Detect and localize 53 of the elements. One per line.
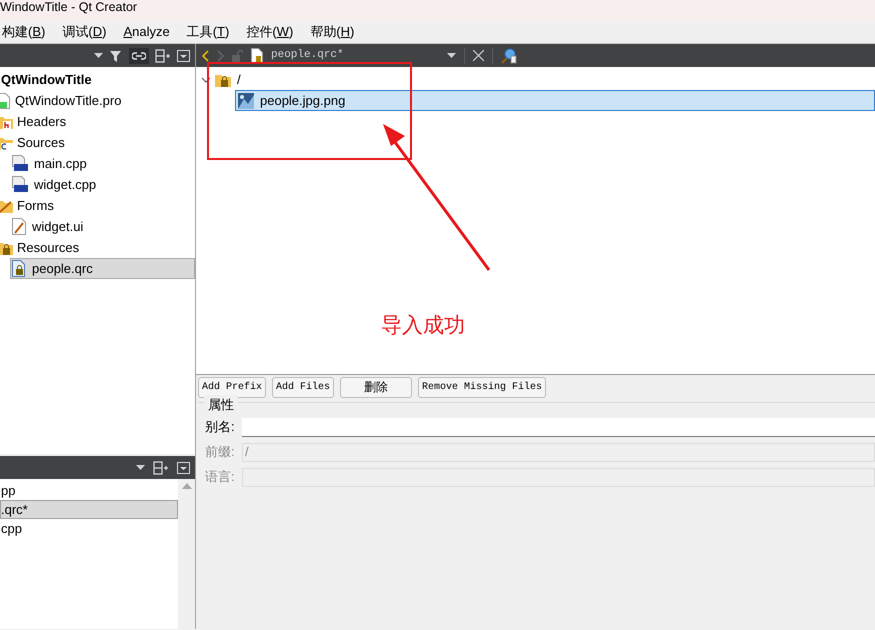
annotation-text: 导入成功 [381, 313, 465, 338]
tree-item[interactable]: / [214, 69, 242, 90]
search-icon[interactable] [501, 48, 517, 64]
cpp-file-icon [12, 155, 28, 172]
window-title: WindowTitle - Qt Creator [0, 0, 138, 14]
cpp-file-icon [12, 176, 28, 193]
toolbar-button[interactable]: Add Files [272, 377, 334, 398]
split-icon[interactable] [153, 460, 169, 474]
menu-item[interactable]: Analyze [121, 22, 178, 42]
dropdown-arrow-icon[interactable] [447, 52, 456, 58]
tree-item[interactable]: Resources [0, 237, 191, 258]
image-file-icon [238, 92, 254, 108]
folder-icon [0, 240, 13, 254]
field-label: 别名: [204, 418, 236, 436]
tree-item[interactable]: Headers [0, 111, 191, 132]
input-field[interactable] [242, 418, 875, 436]
project-name[interactable]: QtWindowTitle [0, 69, 195, 90]
field-label: 前缀: [204, 443, 236, 462]
menu-item[interactable]: 工具(T) [184, 22, 238, 42]
link-icon[interactable] [129, 48, 149, 64]
filter-icon[interactable] [109, 48, 123, 62]
close-icon[interactable] [473, 50, 484, 61]
folder-icon [215, 72, 231, 86]
menu-item[interactable]: 构建(B) [0, 22, 54, 42]
tree-item[interactable]: people.qrc [10, 258, 195, 279]
document-item[interactable]: cpp [0, 519, 178, 538]
tree-item[interactable]: Sources [0, 132, 191, 153]
tree-item[interactable]: main.cpp [10, 153, 195, 174]
menu-item[interactable]: 控件(W) [244, 22, 302, 42]
close-panel-icon[interactable] [177, 50, 190, 62]
menu-item[interactable]: 调试(D) [60, 22, 114, 42]
expander-icon[interactable] [202, 76, 210, 84]
tree-item[interactable]: QtWindowTitle.pro [0, 90, 191, 111]
tree-item[interactable]: people.jpg.png [235, 90, 875, 111]
tree-item[interactable]: widget.ui [10, 216, 195, 237]
menu-item[interactable]: 帮助(H) [308, 22, 362, 42]
toolbar-button[interactable]: Remove Missing Files [418, 377, 546, 398]
pencil-file-icon [12, 218, 26, 235]
toolbar-button[interactable]: Add Prefix [198, 377, 266, 398]
file-name: people.qrc* [271, 48, 345, 64]
tree-item[interactable]: Forms [0, 195, 191, 216]
dropdown-arrow-icon[interactable] [94, 52, 103, 58]
tree-item[interactable]: widget.cpp [10, 174, 195, 195]
resource-file-icon [12, 260, 26, 277]
dropdown-arrow-icon[interactable] [136, 464, 145, 470]
toolbar-button[interactable]: 删除 [340, 377, 412, 398]
document-item[interactable]: pp [0, 481, 178, 500]
file-icon [251, 48, 263, 63]
field-label: 语言: [204, 468, 236, 486]
document-item[interactable]: .qrc* [0, 500, 178, 519]
close-panel-icon[interactable] [177, 462, 190, 474]
split-icon[interactable] [155, 48, 171, 62]
folder-icon [0, 198, 13, 212]
